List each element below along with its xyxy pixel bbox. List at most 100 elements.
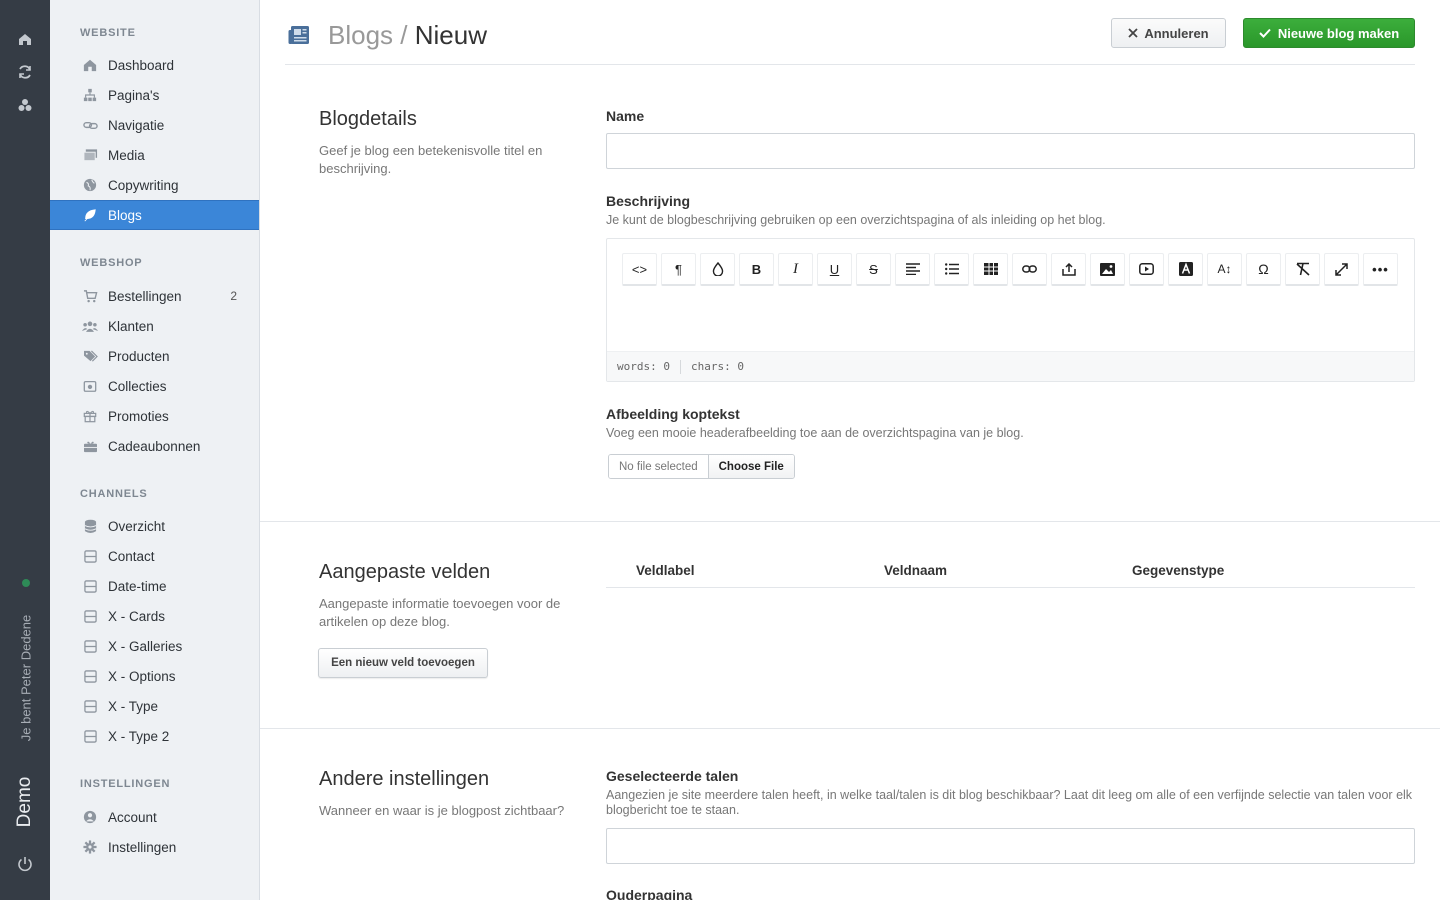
sites-icon[interactable] <box>15 95 35 115</box>
sidebar-item-label: Date-time <box>108 578 167 594</box>
newspaper-icon <box>288 25 310 50</box>
section-description-custom-fields: Aangepaste informatie toevoegen voor de … <box>319 596 561 629</box>
expand-icon <box>1335 262 1348 276</box>
description-label: Beschrijving <box>606 193 691 209</box>
sidebar-item-blogs[interactable]: Blogs <box>50 200 259 230</box>
sidebar-item-x-type-2[interactable]: X - Type 2 <box>50 721 259 751</box>
link-icon <box>1022 265 1037 273</box>
sidebar-item-label: Dashboard <box>108 57 175 73</box>
sidebar-item-promotions[interactable]: Promoties <box>50 401 259 431</box>
italic-icon: I <box>793 260 798 277</box>
image-icon <box>1100 262 1115 276</box>
sidebar-item-navigation[interactable]: Navigatie <box>50 110 259 140</box>
parent-page-label: Ouderpagina <box>606 887 693 900</box>
bold-button[interactable]: B <box>739 253 774 286</box>
sidebar-item-media[interactable]: Media <box>50 140 259 170</box>
sidebar-item-label: X - Galleries <box>108 638 183 654</box>
underline-button[interactable]: U <box>817 253 852 286</box>
close-icon <box>1128 28 1138 38</box>
section-title-settings: INSTELLINGEN <box>80 778 171 790</box>
header-image-help: Voeg een mooie headerafbeelding toe aan … <box>606 426 1024 440</box>
align-left-icon <box>905 263 920 275</box>
more-options-button[interactable]: ••• <box>1363 253 1398 286</box>
strikethrough-button[interactable]: S <box>856 253 891 286</box>
section-title-channels: CHANNELS <box>80 488 148 500</box>
sidebar-item-settings[interactable]: Instellingen <box>50 832 259 862</box>
sidebar-item-collections[interactable]: Collecties <box>50 371 259 401</box>
cancel-button[interactable]: Annuleren <box>1111 18 1226 48</box>
sidebar-item-label: Klanten <box>108 318 154 334</box>
breadcrumb-parent[interactable]: Blogs / <box>328 20 408 50</box>
droplet-icon <box>712 262 723 276</box>
sidebar-item-copywriting[interactable]: Copywriting <box>50 170 259 200</box>
insert-image-button[interactable] <box>1090 253 1125 286</box>
sidebar-item-x-cards[interactable]: X - Cards <box>50 601 259 631</box>
site-name[interactable]: Demo <box>14 777 36 828</box>
clear-formatting-button[interactable] <box>1285 253 1320 286</box>
link-icon <box>82 117 98 133</box>
sidebar-item-label: Pagina's <box>108 87 160 103</box>
sidebar-item-label: Collecties <box>108 378 167 394</box>
link-button[interactable] <box>1012 253 1047 286</box>
column-header-field-name: Veldnaam <box>884 563 948 578</box>
refresh-icon[interactable] <box>15 62 35 82</box>
sidebar-item-x-galleries[interactable]: X - Galleries <box>50 631 259 661</box>
sidebar-item-label: Blogs <box>108 207 142 223</box>
sidebar-item-pages[interactable]: Pagina's <box>50 80 259 110</box>
sidebar-item-x-options[interactable]: X - Options <box>50 661 259 691</box>
channel-icon <box>82 578 98 594</box>
sidebar-item-giftcards[interactable]: Cadeaubonnen <box>50 431 259 461</box>
home-icon <box>82 57 98 73</box>
insert-file-button[interactable] <box>1051 253 1086 286</box>
sidebar-item-dashboard[interactable]: Dashboard <box>50 50 259 80</box>
align-button[interactable] <box>895 253 930 286</box>
sidebar-item-account[interactable]: Account <box>50 802 259 832</box>
languages-label: Geselecteerde talen <box>606 768 739 784</box>
sidebar-item-date-time[interactable]: Date-time <box>50 571 259 601</box>
choose-file-button[interactable]: Choose File <box>708 455 794 478</box>
code-view-button[interactable]: <> <box>622 253 657 286</box>
breadcrumb-current: Nieuw <box>414 20 487 50</box>
user-circle-icon <box>82 809 98 825</box>
channel-icon <box>82 608 98 624</box>
color-button[interactable] <box>700 253 735 286</box>
page-title: Blogs / Nieuw <box>328 20 487 51</box>
online-status-dot <box>22 579 30 587</box>
rich-text-editor[interactable]: <> ¶ B I U S A↕ Ω ••• words: 0 chars: 0 <box>606 238 1415 382</box>
name-label: Name <box>606 108 645 124</box>
special-character-button[interactable]: Ω <box>1246 253 1281 286</box>
create-blog-button-label: Nieuwe blog maken <box>1277 25 1400 41</box>
name-input[interactable] <box>606 133 1415 169</box>
sidebar-item-contact[interactable]: Contact <box>50 541 259 571</box>
table-button[interactable] <box>973 253 1008 286</box>
home-icon[interactable] <box>15 29 35 49</box>
list-icon <box>944 263 959 275</box>
power-icon[interactable] <box>15 854 35 874</box>
logged-in-user: Je bent Peter Dedene <box>18 614 34 742</box>
code-icon: <> <box>631 261 648 277</box>
main-content: Blogs / Nieuw Annuleren Nieuwe blog make… <box>260 0 1440 900</box>
statusbar-separator <box>679 359 681 374</box>
editor-statusbar: words: 0 chars: 0 <box>607 351 1414 381</box>
sidebar-item-x-type[interactable]: X - Type <box>50 691 259 721</box>
list-button[interactable] <box>934 253 969 286</box>
font-size-button[interactable]: A↕ <box>1207 253 1242 286</box>
languages-input[interactable] <box>606 828 1415 864</box>
sidebar-item-customers[interactable]: Klanten <box>50 311 259 341</box>
italic-button[interactable]: I <box>778 253 813 286</box>
header-image-file-input[interactable]: No file selected Choose File <box>608 454 795 479</box>
section-divider <box>260 521 1440 522</box>
collection-icon <box>82 378 98 394</box>
add-field-button[interactable]: Een nieuw veld toevoegen <box>318 648 488 678</box>
paragraph-format-button[interactable]: ¶ <box>661 253 696 286</box>
sidebar-item-label: Contact <box>108 548 155 564</box>
font-color-button[interactable] <box>1168 253 1203 286</box>
channel-icon <box>82 638 98 654</box>
create-blog-button[interactable]: Nieuwe blog maken <box>1243 18 1415 48</box>
insert-video-button[interactable] <box>1129 253 1164 286</box>
fullscreen-button[interactable] <box>1324 253 1359 286</box>
sidebar-item-products[interactable]: Producten <box>50 341 259 371</box>
sidebar-item-overview[interactable]: Overzicht <box>50 511 259 541</box>
sidebar-item-orders[interactable]: Bestellingen 2 <box>50 281 259 311</box>
header-image-label: Afbeelding koptekst <box>606 406 740 422</box>
